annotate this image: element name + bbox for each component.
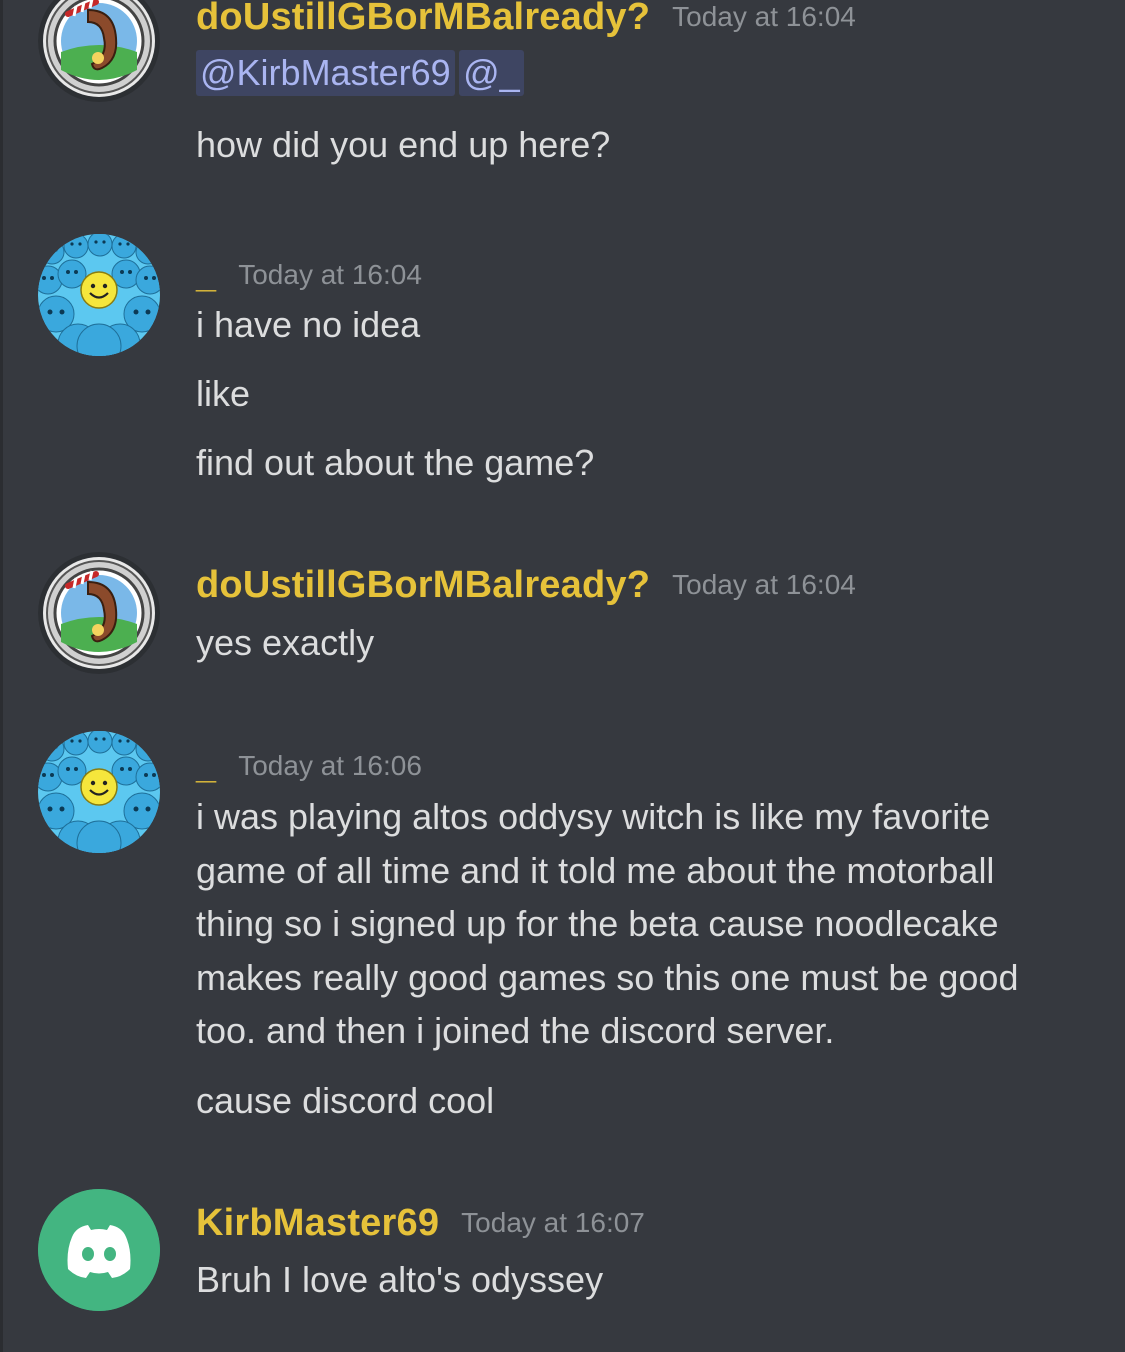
message-header: doUstillGBorMBalready? Today at 16:04 <box>196 564 856 607</box>
message-line: thing so i signed up for the beta cause … <box>196 903 999 944</box>
username[interactable]: _ <box>196 745 216 786</box>
username[interactable]: _ <box>196 254 216 295</box>
message-text: i have no idea <box>196 304 421 345</box>
message-header: _ Today at 16:04 <box>196 254 422 296</box>
message-header: doUstillGBorMBalready? Today at 16:04 <box>196 0 856 39</box>
candy-cane-gear-icon <box>38 552 160 674</box>
message-text: how did you end up here? <box>196 124 611 165</box>
message-line: game of all time and it told me about th… <box>196 849 995 891</box>
timestamp: Today at 16:04 <box>238 259 422 290</box>
message-line: too. and then i joined the discord serve… <box>196 1010 835 1051</box>
channel-edge <box>0 0 3 1352</box>
message-text: Bruh I love alto's odyssey <box>196 1259 604 1300</box>
message-text: cause discord cool <box>196 1080 495 1121</box>
user-mention[interactable]: @KirbMaster69 <box>196 50 455 96</box>
avatar[interactable] <box>38 0 160 102</box>
discord-logo-icon <box>38 1189 160 1311</box>
user-mention[interactable]: @_ <box>459 50 524 96</box>
candy-cane-gear-icon <box>38 0 160 102</box>
timestamp: Today at 16:07 <box>461 1207 645 1238</box>
username[interactable]: doUstillGBorMBalready? <box>196 0 650 38</box>
message-text: like <box>196 373 251 414</box>
message-text: i was playing altos oddysy witch is like… <box>196 790 1096 1058</box>
timestamp: Today at 16:04 <box>672 569 856 600</box>
message-header: _ Today at 16:06 <box>196 745 422 787</box>
username[interactable]: KirbMaster69 <box>196 1202 439 1244</box>
smiley-crowd-icon <box>38 234 160 356</box>
message-line: i was playing altos oddysy witch is like… <box>196 796 991 837</box>
smiley-crowd-icon <box>38 731 160 853</box>
message-text: find out about the game? <box>196 442 595 483</box>
timestamp: Today at 16:06 <box>238 750 422 781</box>
mention-row: @KirbMaster69 @_ <box>196 50 524 96</box>
username[interactable]: doUstillGBorMBalready? <box>196 564 650 606</box>
message-header: KirbMaster69 Today at 16:07 <box>196 1202 645 1245</box>
message-text: yes exactly <box>196 622 375 663</box>
timestamp: Today at 16:04 <box>672 1 856 32</box>
avatar[interactable] <box>38 1189 160 1311</box>
message-line: makes really good games so this one must… <box>196 956 1019 998</box>
avatar[interactable] <box>38 731 160 853</box>
avatar[interactable] <box>38 552 160 674</box>
avatar[interactable] <box>38 234 160 356</box>
